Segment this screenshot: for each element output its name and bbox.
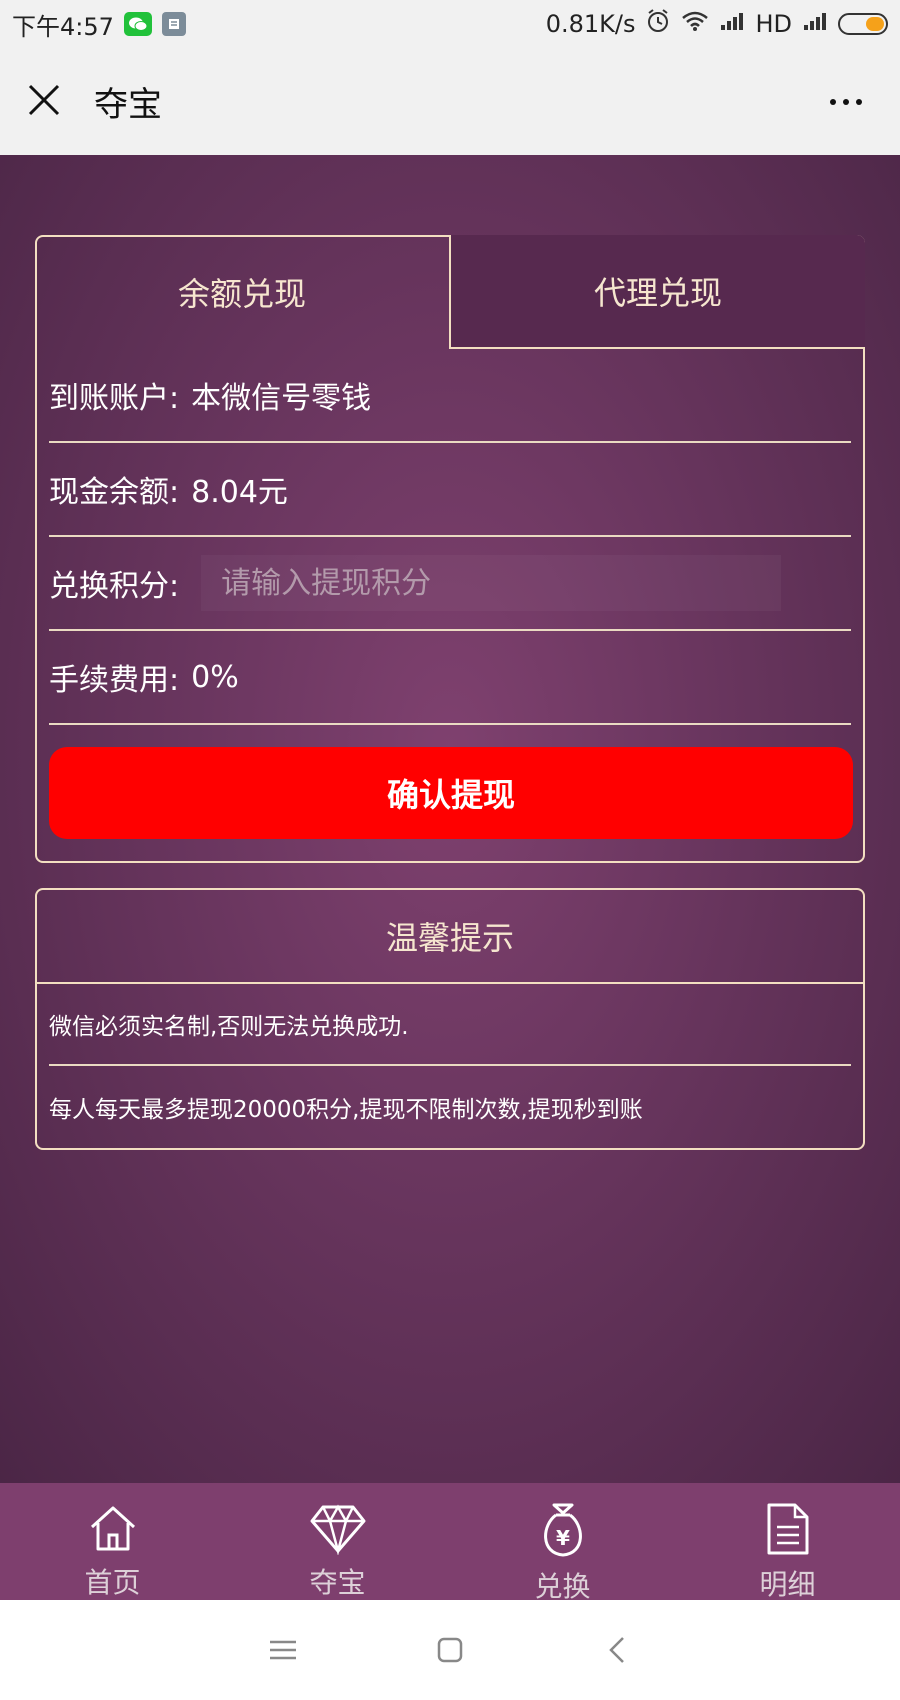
signal-icon [719,10,745,38]
points-input[interactable] [201,555,782,611]
balance-value: 8.04元 [191,475,288,510]
tab-bar: 余额兑现 代理兑现 [35,235,865,349]
nav-item-exchange[interactable]: ¥ 兑换 [450,1483,675,1603]
fee-value: 0% [191,659,239,695]
status-right: 0.81K/s HD [546,8,888,40]
status-bar: 下午4:57 0.81K/s HD [0,0,900,48]
nav-item-treasure[interactable]: 夺宝 [225,1483,450,1600]
account-row: 到账账户: 本微信号零钱 [49,349,851,443]
more-menu-icon[interactable] [830,98,876,105]
balance-label: 现金余额: [49,475,180,510]
note-app-icon [161,12,186,36]
status-left: 下午4:57 [12,7,186,42]
title-bar: 夺宝 [0,48,900,155]
network-speed: 0.81K/s [545,10,636,38]
nav-item-home[interactable]: 首页 [0,1483,225,1600]
bottom-nav: 首页 夺宝 ¥ 兑换 明细 [0,1483,900,1603]
balance-row: 现金余额: 8.04元 [49,443,851,537]
fee-label: 手续费用: [49,663,180,698]
fee-row: 手续费用: 0% [49,631,851,725]
diamond-icon [308,1501,368,1555]
tab-balance-exchange[interactable]: 余额兑现 [35,235,451,349]
tab-agent-exchange[interactable]: 代理兑现 [449,235,865,349]
money-bag-icon: ¥ [533,1501,593,1559]
close-icon[interactable] [24,80,64,124]
tips-card: 温馨提示 微信必须实名制,否则无法兑换成功. 每人每天最多提现20000积分,提… [35,888,865,1150]
status-time: 下午4:57 [12,12,114,41]
battery-icon [838,13,888,35]
wechat-icon [123,12,152,36]
nav-label-treasure: 夺宝 [309,1566,366,1599]
points-label: 兑换积分: [49,569,180,604]
home-icon [83,1501,143,1555]
document-icon [758,1501,818,1557]
account-value: 本微信号零钱 [191,381,372,416]
tips-title: 温馨提示 [37,890,863,984]
nav-label-home: 首页 [84,1566,141,1599]
main-content: 余额兑现 代理兑现 到账账户: 本微信号零钱 现金余额: 8.04元 兑换积分:… [0,155,900,1483]
tip-item: 每人每天最多提现20000积分,提现不限制次数,提现秒到账 [49,1097,643,1123]
network-type: HD [755,10,792,38]
tip-item: 微信必须实名制,否则无法兑换成功. [49,984,851,1066]
confirm-withdraw-button[interactable]: 确认提现 [49,747,853,839]
nav-label-details: 明细 [759,1568,816,1601]
signal-icon-2 [802,10,828,38]
alarm-icon [645,8,671,40]
svg-text:¥: ¥ [556,1526,570,1550]
home-square-icon[interactable] [420,1620,480,1680]
nav-item-details[interactable]: 明细 [675,1483,900,1601]
wifi-icon [681,10,709,38]
back-icon[interactable] [587,1620,647,1680]
points-row: 兑换积分: [49,537,851,631]
account-label: 到账账户: [49,381,180,416]
menu-icon[interactable] [253,1620,313,1680]
exchange-card: 余额兑现 代理兑现 到账账户: 本微信号零钱 现金余额: 8.04元 兑换积分:… [35,235,865,863]
nav-label-exchange: 兑换 [534,1570,591,1603]
system-nav-bar [0,1600,900,1700]
page-title: 夺宝 [94,85,162,125]
